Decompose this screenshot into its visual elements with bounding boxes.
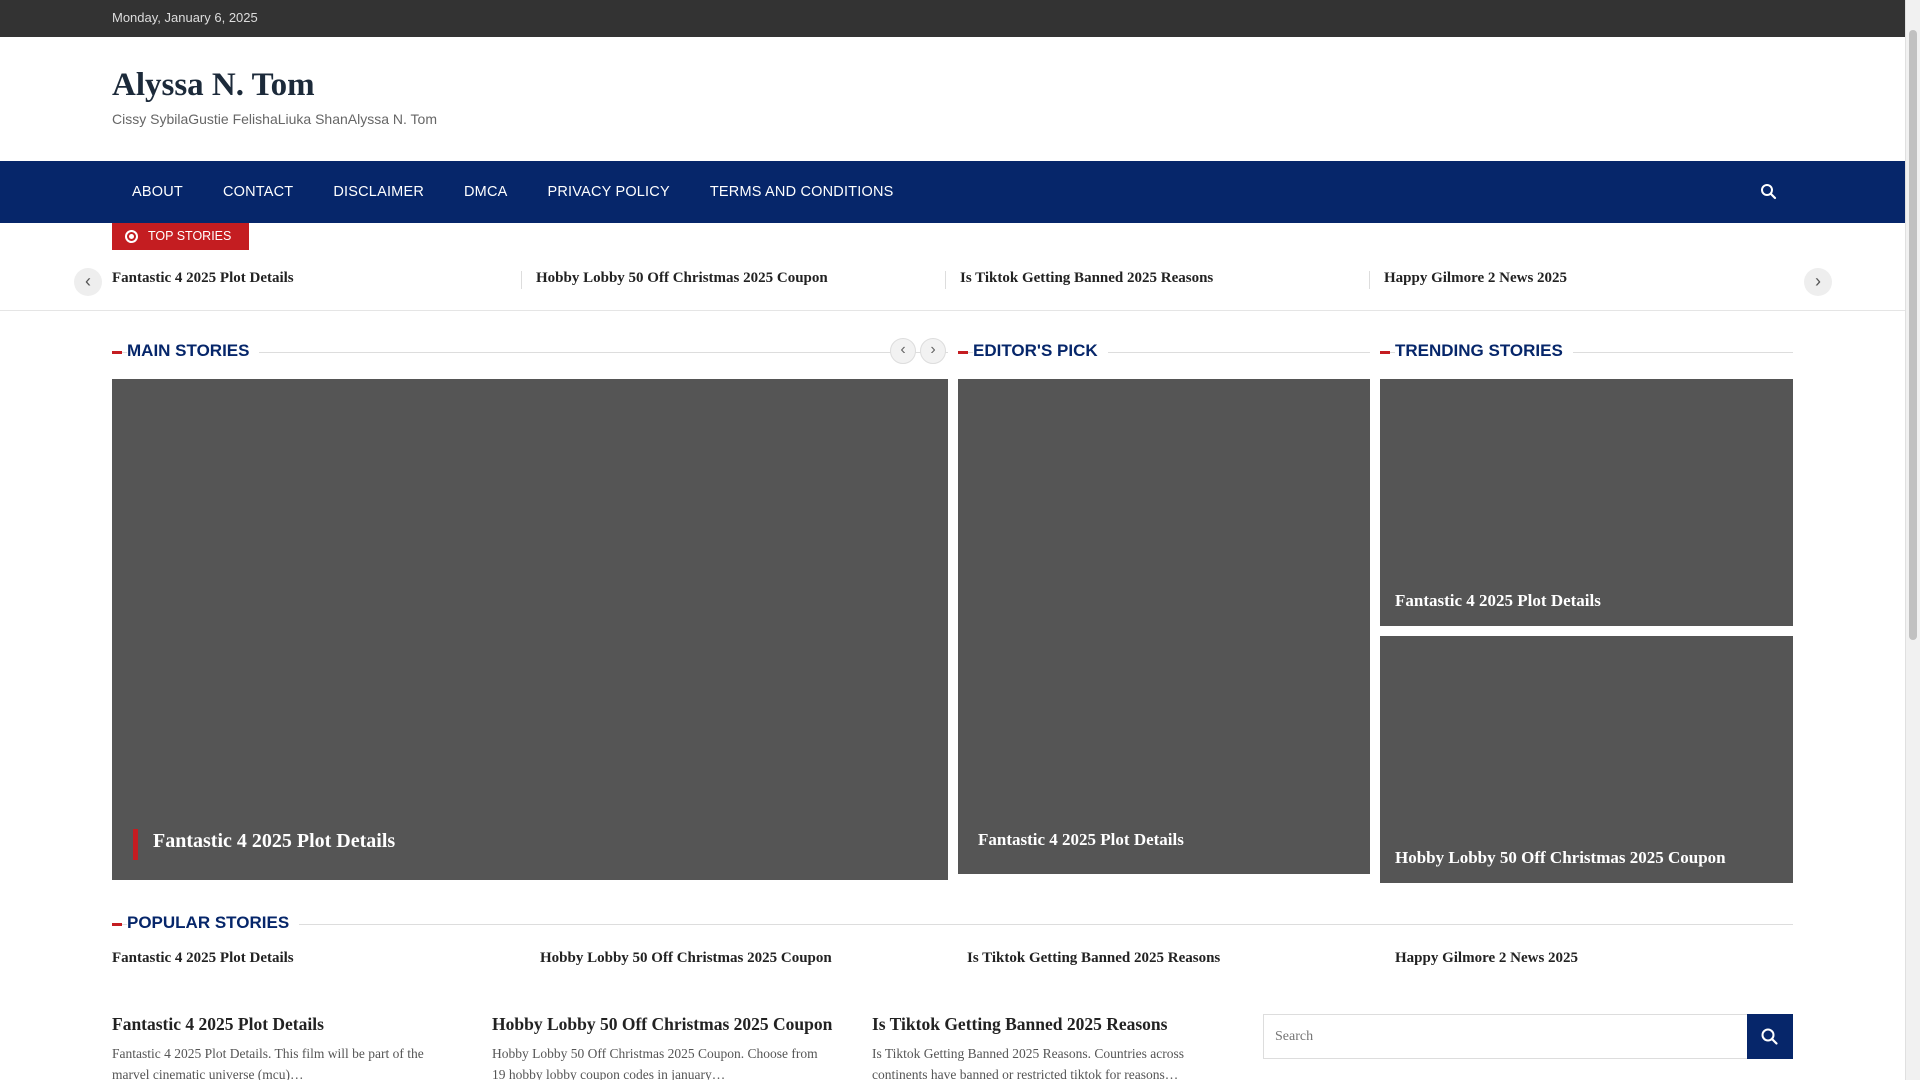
ticker-label: TOP STORIES (112, 223, 249, 250)
trending-header: TRENDING STORIES (1380, 341, 1793, 361)
main-stories-header: MAIN STORIES (112, 341, 948, 361)
editors-pick-caption[interactable]: Fantastic 4 2025 Plot Details (978, 830, 1184, 850)
ticker-divider (1369, 271, 1370, 289)
search-widget (1263, 1014, 1793, 1059)
search-icon[interactable] (1758, 181, 1780, 203)
main-stories-prev-button[interactable]: ‹ (890, 338, 916, 364)
editors-pick-title: EDITOR'S PICK (973, 341, 1108, 361)
ticker-label-text: TOP STORIES (148, 229, 232, 243)
popular-item[interactable]: Happy Gilmore 2 News 2025 (1395, 950, 1578, 967)
post-excerpt-line: Fantastic 4 2025 Plot Details. This film… (112, 1046, 424, 1061)
trending-card[interactable]: Hobby Lobby 50 Off Christmas 2025 Coupon (1380, 636, 1793, 883)
ticker-prev-button[interactable]: ‹ (74, 268, 102, 296)
popular-item[interactable]: Fantastic 4 2025 Plot Details (112, 950, 294, 967)
post-excerpt: Is Tiktok Getting Banned 2025 Reasons. C… (872, 1043, 1222, 1080)
chevron-right-icon: › (1815, 271, 1821, 291)
nav-item-terms[interactable]: TERMS AND CONDITIONS (690, 161, 914, 223)
trending-card[interactable]: Fantastic 4 2025 Plot Details (1380, 379, 1793, 626)
ticker-divider (945, 271, 946, 289)
post-excerpt-line: Hobby Lobby 50 Off Christmas 2025 Coupon… (492, 1046, 818, 1061)
editors-pick-header: EDITOR'S PICK (958, 341, 1370, 361)
trending-caption[interactable]: Fantastic 4 2025 Plot Details (1395, 591, 1601, 611)
post-excerpt-line: Is Tiktok Getting Banned 2025 Reasons. C… (872, 1046, 1184, 1061)
top-stories-ticker: TOP STORIES ‹ Fantastic 4 2025 Plot Deta… (0, 223, 1905, 311)
post-title[interactable]: Hobby Lobby 50 Off Christmas 2025 Coupon (492, 1014, 842, 1035)
ticker-item[interactable]: Happy Gilmore 2 News 2025 (1384, 270, 1567, 287)
nav-item-disclaimer[interactable]: DISCLAIMER (313, 161, 444, 223)
main-story-card[interactable]: Fantastic 4 2025 Plot Details (112, 379, 948, 880)
search-submit-button[interactable] (1747, 1014, 1793, 1059)
nav-item-contact[interactable]: CONTACT (203, 161, 313, 223)
top-bar: Monday, January 6, 2025 (0, 0, 1905, 37)
post-card: Hobby Lobby 50 Off Christmas 2025 Coupon… (492, 1014, 842, 1080)
search-icon (1761, 1028, 1778, 1045)
popular-stories-title: POPULAR STORIES (127, 913, 300, 933)
editors-pick-card[interactable]: Fantastic 4 2025 Plot Details (958, 379, 1370, 874)
post-excerpt: Fantastic 4 2025 Plot Details. This film… (112, 1043, 462, 1080)
post-excerpt-line: continents have banned or restricted tik… (872, 1067, 1179, 1080)
post-title[interactable]: Is Tiktok Getting Banned 2025 Reasons (872, 1014, 1222, 1035)
scrollbar-thumb[interactable] (1909, 30, 1917, 640)
chevron-left-icon: ‹ (900, 341, 906, 358)
ticker-next-button[interactable]: › (1804, 268, 1832, 296)
current-date: Monday, January 6, 2025 (112, 10, 258, 25)
site-description: Cissy SybilaGustie FelishaLiuka ShanAlys… (112, 111, 437, 127)
popular-item[interactable]: Is Tiktok Getting Banned 2025 Reasons (967, 950, 1220, 967)
site-title[interactable]: Alyssa N. Tom (112, 67, 315, 104)
post-card: Is Tiktok Getting Banned 2025 Reasons Is… (872, 1014, 1222, 1080)
chevron-left-icon: ‹ (85, 271, 91, 291)
ticker-divider (521, 271, 522, 289)
site-header: Alyssa N. Tom Cissy SybilaGustie Felisha… (0, 37, 1905, 161)
page: Monday, January 6, 2025 Alyssa N. Tom Ci… (0, 0, 1905, 1080)
ticker-item[interactable]: Fantastic 4 2025 Plot Details (112, 270, 294, 287)
popular-stories-header: POPULAR STORIES (112, 913, 1793, 933)
trending-title: TRENDING STORIES (1395, 341, 1573, 361)
post-excerpt-line: 19 hobby lobby coupon codes in january… (492, 1067, 726, 1080)
ticker-item[interactable]: Hobby Lobby 50 Off Christmas 2025 Coupon (536, 270, 828, 287)
main-story-caption[interactable]: Fantastic 4 2025 Plot Details (153, 830, 395, 853)
main-navigation: ABOUT CONTACT DISCLAIMER DMCA PRIVACY PO… (0, 161, 1905, 223)
post-card: Fantastic 4 2025 Plot Details Fantastic … (112, 1014, 462, 1080)
post-excerpt-line: marvel cinematic universe (mcu)… (112, 1067, 304, 1080)
nav-item-dmca[interactable]: DMCA (444, 161, 528, 223)
post-excerpt: Hobby Lobby 50 Off Christmas 2025 Coupon… (492, 1043, 842, 1080)
main-stories-next-button[interactable]: › (920, 338, 946, 364)
ticker-item[interactable]: Is Tiktok Getting Banned 2025 Reasons (960, 270, 1213, 287)
chevron-right-icon: › (930, 341, 936, 358)
nav-item-about[interactable]: ABOUT (112, 161, 203, 223)
post-title[interactable]: Fantastic 4 2025 Plot Details (112, 1014, 462, 1035)
trending-caption[interactable]: Hobby Lobby 50 Off Christmas 2025 Coupon (1395, 848, 1726, 868)
search-input[interactable] (1264, 1015, 1748, 1058)
live-dot-icon (125, 230, 138, 243)
main-stories-title: MAIN STORIES (127, 341, 260, 361)
popular-item[interactable]: Hobby Lobby 50 Off Christmas 2025 Coupon (540, 950, 832, 967)
nav-item-privacy-policy[interactable]: PRIVACY POLICY (528, 161, 690, 223)
page-scrollbar[interactable] (1905, 0, 1920, 1080)
